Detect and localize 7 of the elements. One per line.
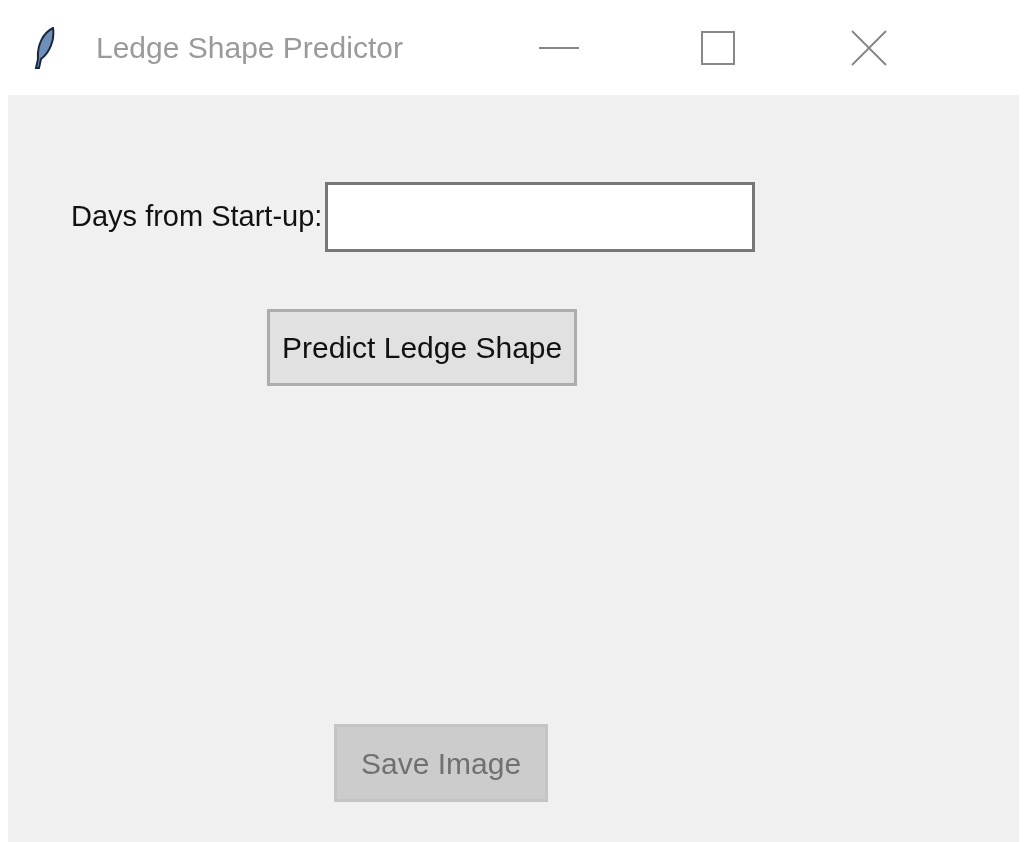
window-title: Ledge Shape Predictor <box>96 30 403 66</box>
field-label: Days from Start-up: <box>71 199 323 235</box>
maximize-icon[interactable] <box>700 30 735 65</box>
close-icon[interactable] <box>850 29 887 66</box>
input-field[interactable] <box>325 182 756 252</box>
feather-icon <box>34 26 56 69</box>
predict-button[interactable]: Predict Ledge Shape <box>267 309 578 386</box>
